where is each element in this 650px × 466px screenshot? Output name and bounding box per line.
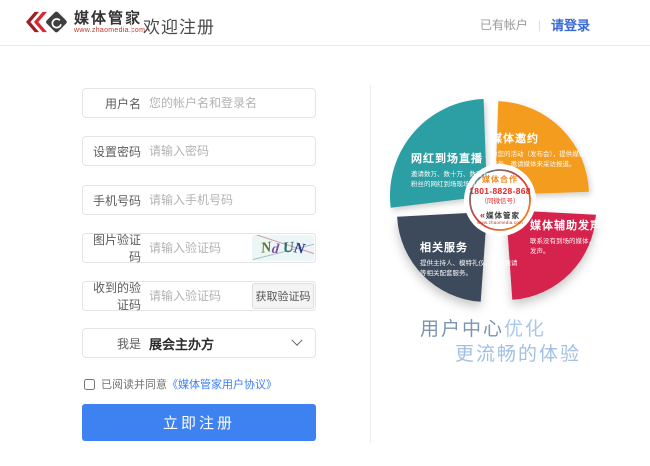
header: 媒体管家 www.zhaomedia.com 欢迎注册 已有帐户 | 请登录	[0, 0, 650, 46]
center-circle-ring	[470, 170, 530, 230]
brand-url: www.zhaomedia.com	[74, 27, 145, 35]
sms-code-field-row: 收到的验证码 获取验证码	[82, 281, 316, 311]
brand-logo[interactable]: 媒体管家 www.zhaomedia.com	[26, 7, 145, 37]
username-input[interactable]	[149, 96, 315, 110]
username-label: 用户名	[83, 95, 141, 112]
captcha-char: N	[292, 240, 306, 259]
username-field-row: 用户名	[82, 88, 316, 118]
login-link[interactable]: 请登录	[551, 15, 590, 34]
page-title: 欢迎注册	[143, 13, 215, 38]
user-agreement-link[interactable]: 《媒体管家用户协议》	[167, 376, 277, 392]
image-captcha-label: 图片验证码	[83, 231, 141, 265]
captcha-image[interactable]: N d U N	[252, 235, 314, 261]
agreement-text: 已阅读并同意	[101, 376, 167, 392]
captcha-char: d	[271, 242, 280, 259]
phone-input[interactable]	[149, 193, 315, 207]
register-page: 媒体管家 www.zhaomedia.com 欢迎注册 已有帐户 | 请登录 用…	[0, 0, 650, 466]
password-field-row: 设置密码	[82, 136, 316, 166]
sms-code-label: 收到的验证码	[83, 279, 141, 313]
agreement-row: 已阅读并同意 《媒体管家用户协议》	[84, 376, 277, 392]
phone-label: 手机号码	[83, 192, 141, 209]
register-button[interactable]: 立即注册	[82, 404, 316, 441]
image-captcha-field-row: 图片验证码 N d U N	[82, 233, 316, 263]
password-label: 设置密码	[83, 143, 141, 160]
get-code-button[interactable]: 获取验证码	[252, 283, 314, 309]
brand-logo-icon	[26, 7, 68, 37]
header-separator: |	[538, 18, 541, 32]
password-input[interactable]	[149, 144, 315, 158]
have-account-label: 已有帐户	[480, 16, 528, 33]
segment-related-services	[397, 212, 487, 302]
vertical-divider	[370, 85, 371, 443]
role-label: 我是	[83, 335, 141, 352]
services-infographic: 网红到场直播 邀请数万、数十万、数百万粉丝的网红到场现场直播。 媒体邀约 为您的…	[375, 58, 645, 398]
role-select[interactable]: 我是 展会主办方	[82, 328, 316, 358]
tagline-line2: 更流畅的体验	[455, 339, 581, 366]
phone-field-row: 手机号码	[82, 185, 316, 215]
header-divider	[131, 12, 132, 34]
brand-name: 媒体管家	[74, 10, 145, 27]
role-selected-value: 展会主办方	[149, 334, 293, 353]
tagline-line1: 用户中心优化	[420, 314, 546, 341]
chevron-down-icon	[291, 335, 302, 346]
agreement-checkbox[interactable]	[84, 379, 95, 390]
